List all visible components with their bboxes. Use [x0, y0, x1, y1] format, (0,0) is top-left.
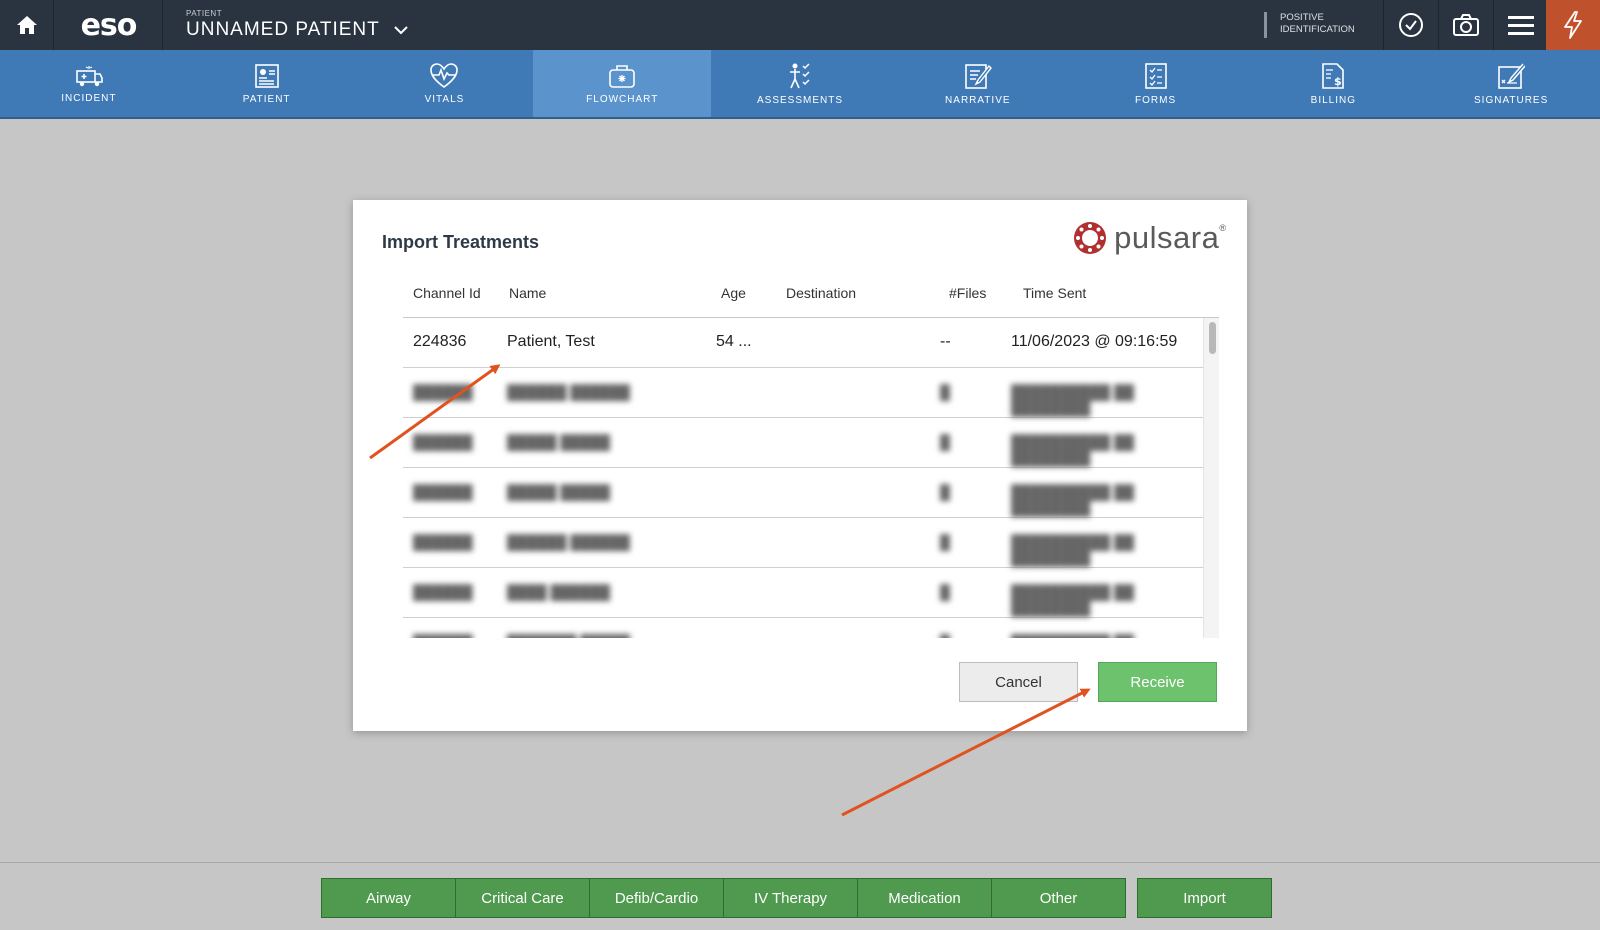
cell-channel: 224836	[413, 333, 467, 350]
home-icon	[16, 16, 37, 34]
table-row[interactable]: 224836 Patient, Test 54 ... -- 11/06/202…	[403, 318, 1203, 368]
ambulance-icon	[76, 65, 103, 86]
patient-card-icon	[254, 63, 279, 88]
critical-care-button[interactable]: Critical Care	[455, 878, 590, 918]
nav-incident[interactable]: INCIDENT	[0, 50, 178, 117]
cancel-button[interactable]: Cancel	[959, 662, 1078, 702]
nav-label: PATIENT	[242, 93, 291, 105]
narrative-edit-icon	[964, 63, 992, 89]
eso-logo: eso	[55, 0, 163, 50]
import-treatments-dialog: Import Treatments pulsara ® Channel Id N…	[353, 200, 1247, 731]
nav-forms[interactable]: FORMS	[1067, 50, 1245, 117]
camera-button[interactable]	[1438, 0, 1492, 50]
dialog-title: Import Treatments	[382, 232, 540, 252]
table-row-redacted[interactable]: ██████ ████ ██████ █ ██████████ ██ ████████	[403, 568, 1203, 618]
col-channel-id[interactable]: Channel Id	[413, 285, 481, 301]
medication-button[interactable]: Medication	[857, 878, 992, 918]
pulsara-logo: pulsara ®	[1072, 220, 1226, 256]
patient-name: UNNAMED PATIENT	[186, 19, 380, 40]
patient-caption: PATIENT	[186, 9, 223, 18]
col-destination[interactable]: Destination	[786, 285, 856, 301]
cell-name: Patient, Test	[507, 333, 595, 350]
nav-label: ASSESSMENTS	[757, 94, 844, 106]
col-time-sent[interactable]: Time Sent	[1023, 285, 1086, 301]
table-body[interactable]: 224836 Patient, Test 54 ... -- 11/06/202…	[403, 318, 1219, 638]
defib-cardio-button[interactable]: Defib/Cardio	[589, 878, 724, 918]
camera-icon	[1452, 14, 1479, 36]
pulsara-logo-icon	[1074, 222, 1107, 254]
validate-button[interactable]	[1383, 0, 1437, 50]
table-scrollbar[interactable]	[1203, 318, 1219, 638]
signature-icon	[1498, 63, 1526, 89]
table-row-redacted[interactable]: ██████ █████ █████ █ ██████████ ██ ████████	[403, 418, 1203, 468]
scrollbar-thumb[interactable]	[1209, 322, 1216, 354]
airway-button[interactable]: Airway	[321, 878, 456, 918]
table-row-redacted[interactable]: █████████████ ████████████████ ██ ██████…	[403, 618, 1203, 638]
nav-billing[interactable]: $ BILLING	[1244, 50, 1422, 117]
nav-patient[interactable]: PATIENT	[178, 50, 356, 117]
col-name[interactable]: Name	[509, 285, 546, 301]
nav-label: INCIDENT	[61, 92, 117, 104]
medical-bag-icon	[609, 64, 636, 88]
toolbar-divider	[0, 862, 1600, 863]
other-button[interactable]: Other	[991, 878, 1126, 918]
cell-age: 54 ...	[716, 333, 752, 350]
positive-identification[interactable]: POSITIVE IDENTIFICATION	[1264, 12, 1355, 38]
billing-doc-icon: $	[1322, 62, 1345, 89]
section-nav: INCIDENT PATIENT VITALS FLOWCHART ASSESS…	[0, 50, 1600, 119]
import-button[interactable]: Import	[1137, 878, 1272, 918]
cell-files: --	[940, 333, 951, 350]
heart-pulse-icon	[430, 62, 459, 88]
patient-selector[interactable]: PATIENT UNNAMED PATIENT	[186, 9, 408, 41]
top-bar: eso PATIENT UNNAMED PATIENT POSITIVE IDE…	[0, 0, 1600, 50]
registered-mark: ®	[1219, 223, 1226, 233]
nav-label: BILLING	[1310, 94, 1357, 106]
treatments-table: Channel Id Name Age Destination #Files T…	[403, 275, 1219, 638]
checklist-icon	[1144, 62, 1167, 89]
menu-button[interactable]	[1493, 0, 1547, 50]
col-files[interactable]: #Files	[949, 285, 986, 301]
quick-action-button[interactable]	[1546, 0, 1600, 50]
nav-narrative[interactable]: NARRATIVE	[889, 50, 1067, 117]
menu-icon	[1507, 16, 1534, 35]
nav-vitals[interactable]: VITALS	[356, 50, 534, 117]
table-row-redacted[interactable]: ██████ █████ █████ █ ██████████ ██ ████████	[403, 468, 1203, 518]
body-check-icon	[790, 62, 810, 88]
svg-text:$: $	[1334, 75, 1342, 88]
chevron-down-icon[interactable]	[394, 25, 408, 35]
home-button[interactable]	[0, 0, 54, 50]
pulsara-wordmark: pulsara	[1114, 220, 1220, 255]
nav-label: FORMS	[1135, 94, 1177, 106]
lightning-icon	[1564, 11, 1582, 39]
treatment-toolbar: Airway Critical Care Defib/Cardio IV The…	[321, 878, 1272, 918]
nav-label: VITALS	[424, 93, 465, 105]
table-row-redacted[interactable]: ██████ ██████ ██████ █ ██████████ ██ ██████…	[403, 368, 1203, 418]
table-header: Channel Id Name Age Destination #Files T…	[403, 275, 1219, 318]
nav-assessments[interactable]: ASSESSMENTS	[711, 50, 889, 117]
cell-time: 11/06/2023 @ 09:16:59	[1011, 333, 1178, 350]
table-row-redacted[interactable]: ██████ ██████ ██████ █ ██████████ ██ ██████…	[403, 518, 1203, 568]
col-age[interactable]: Age	[721, 285, 746, 301]
check-circle-icon	[1398, 13, 1423, 37]
nav-label: FLOWCHART	[586, 93, 659, 105]
receive-button[interactable]: Receive	[1098, 662, 1217, 702]
nav-signatures[interactable]: SIGNATURES	[1422, 50, 1600, 117]
nav-label: SIGNATURES	[1474, 94, 1549, 106]
iv-therapy-button[interactable]: IV Therapy	[723, 878, 858, 918]
nav-label: NARRATIVE	[945, 94, 1011, 106]
nav-flowchart[interactable]: FLOWCHART	[533, 50, 712, 117]
